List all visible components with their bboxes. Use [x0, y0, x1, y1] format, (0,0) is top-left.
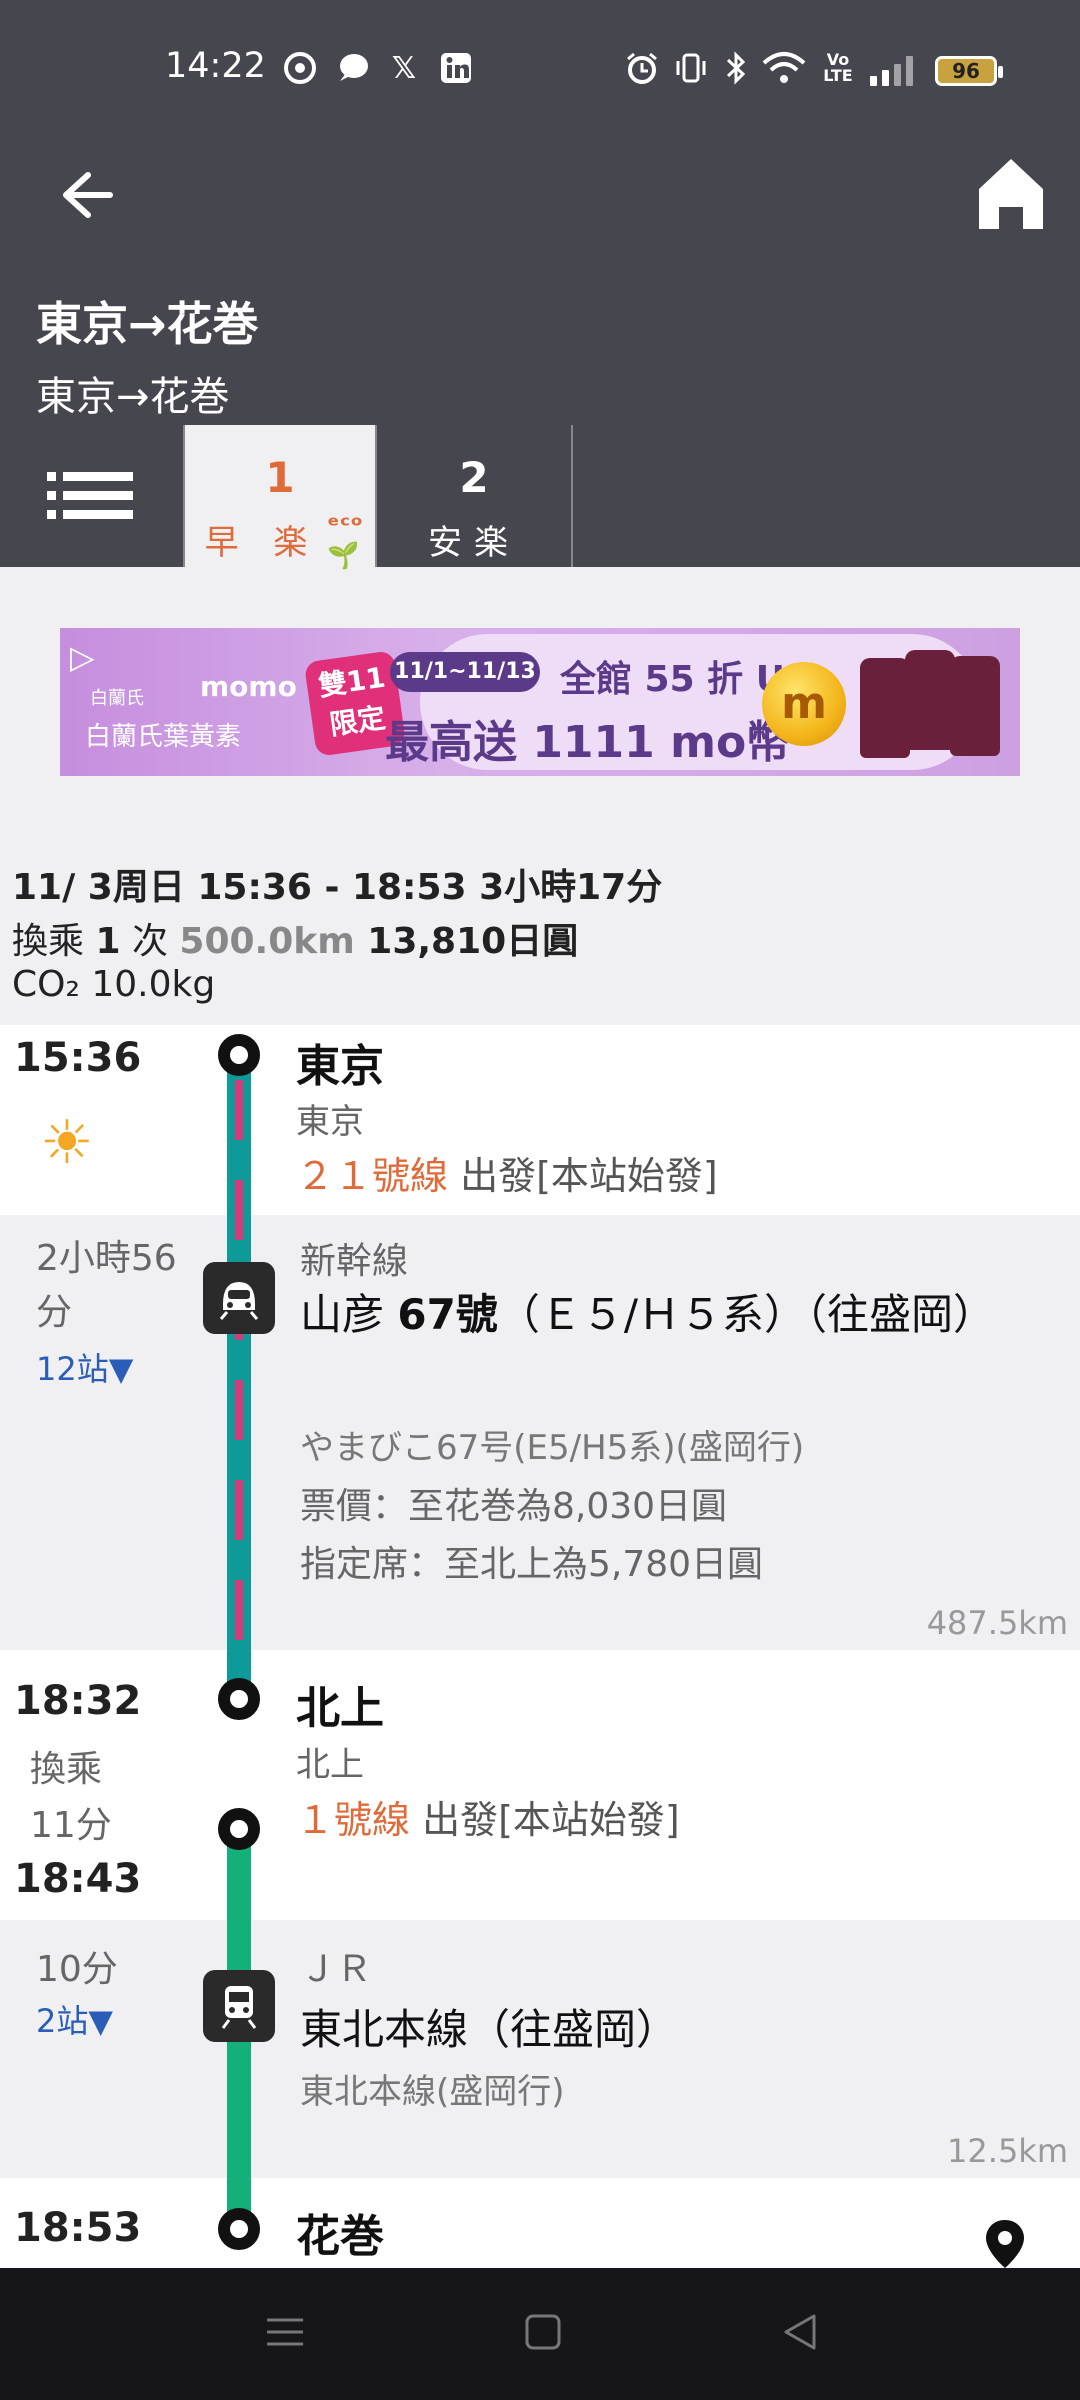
departure-station-sub: 東京 [296, 1102, 364, 1142]
train-category: 新幹線 [300, 1241, 409, 1282]
vibrate-icon [673, 50, 709, 86]
chat-bubble-icon [334, 50, 370, 86]
leg-duration: 2小時56分 [36, 1238, 177, 1333]
arrival-row [0, 2178, 1080, 2268]
arrival-time: 18:53 [14, 2205, 142, 2251]
train-category: ＪＲ [300, 1949, 373, 1990]
map-pin-icon[interactable] [983, 2218, 1027, 2270]
departure-platform: ２１號線 出發[本站始發] [296, 1154, 718, 1198]
transfer-label: 換乘 [30, 1749, 103, 1790]
transfer-platform: １號線 出發[本站始發] [296, 1798, 680, 1842]
departure-time: 15:36 [14, 1035, 142, 1081]
tab-label: 安楽 [428, 523, 520, 563]
alarm-icon [624, 50, 660, 86]
fare-info: 票價：至花巻為8,030日圓 [300, 1486, 728, 1527]
station-node [218, 1678, 260, 1720]
notification-app-icon [282, 50, 318, 86]
tab-number: 2 [459, 453, 489, 502]
volte-icon: Vo LTE [823, 50, 853, 85]
leg-distance: 12.5km [947, 2132, 1068, 2170]
train-name[interactable]: 山彦 67號（Ｅ５/Ｈ５系）（往盛岡） [300, 1286, 1040, 1344]
route-summary: 換乘 1 次 500.0km 13,810日圓 [12, 921, 579, 962]
status-time: 14:22 [165, 46, 266, 86]
ad-play-icon[interactable]: ▷ [70, 638, 110, 678]
list-icon [47, 472, 133, 519]
departure-time: 18:43 [14, 1856, 142, 1902]
ad-brand-name: 白蘭氏葉黃素 [85, 722, 242, 752]
sun-icon: ☀ [40, 1108, 94, 1178]
page-subtitle: 東京→花巻 [36, 374, 230, 420]
tab-route-1[interactable]: 1 早 楽 ᵉᶜᵒ🌱 [183, 425, 377, 571]
battery-indicator: 96 [935, 56, 1003, 86]
eco-icon: ᵉᶜᵒ🌱 [327, 511, 363, 571]
reserved-seat-info: 指定席：至北上為5,780日圓 [300, 1544, 764, 1585]
ad-momo-logo: momo [200, 670, 297, 703]
back-button-icon[interactable] [780, 2312, 820, 2352]
home-icon[interactable] [975, 155, 1047, 233]
ad-product-image [950, 656, 1000, 756]
tab-number: 1 [265, 453, 295, 502]
home-button-icon[interactable] [523, 2312, 563, 2352]
ad-coin-icon: m [762, 662, 846, 746]
ad-date: 11/1~11/13 [390, 652, 540, 692]
wifi-icon [762, 50, 806, 86]
linkedin-icon [438, 50, 474, 86]
leg-duration: 10分 [36, 1949, 118, 1990]
route-tabs: 1 早 楽 ᵉᶜᵒ🌱 2 安楽 [0, 425, 1080, 571]
x-icon: 𝕏 [391, 50, 417, 86]
co2-emission: CO₂ 10.0kg [12, 964, 216, 1005]
departure-station[interactable]: 東京 [296, 1030, 384, 1094]
ad-banner[interactable]: ▷ 白蘭氏 白蘭氏葉黃素 momo 雙11 限定 11/1~11/13 全館 5… [60, 628, 1020, 776]
signal-icon [870, 52, 913, 86]
tab-route-2[interactable]: 2 安楽 [377, 425, 573, 567]
ad-brand-small: 白蘭氏 [90, 688, 144, 709]
train-icon [203, 1970, 275, 2042]
route-list-button[interactable] [0, 425, 180, 567]
train-name-jp: 東北本線(盛岡行) [300, 2072, 565, 2112]
page-title: 東京→花巻 [36, 297, 259, 351]
shinkansen-line-stripe [235, 1080, 243, 1670]
train-name-jp: やまびこ67号(E5/H5系)(盛岡行) [300, 1428, 805, 1468]
menu-icon[interactable] [265, 2312, 305, 2352]
ad-product-image [860, 658, 910, 758]
shinkansen-icon [203, 1262, 275, 1334]
station-node [218, 1034, 260, 1076]
station-node [218, 2208, 260, 2250]
train-name[interactable]: 東北本線（往盛岡） [300, 1996, 678, 2057]
arrival-station[interactable]: 花巻 [296, 2200, 384, 2264]
ad-product-image [905, 650, 955, 750]
app-header: 14:22 𝕏 Vo LTE 96 東京→花巻 東京→花巻 [0, 0, 1080, 425]
stops-toggle[interactable]: 2站▼ [36, 1996, 113, 2042]
transfer-station-sub: 北上 [296, 1745, 364, 1785]
leg-distance: 487.5km [926, 1604, 1068, 1642]
transfer-wait: 11分 [30, 1805, 112, 1846]
station-node [218, 1808, 260, 1850]
bluetooth-icon [718, 50, 754, 86]
transfer-station[interactable]: 北上 [296, 1672, 384, 1736]
stops-toggle[interactable]: 12站▼ [36, 1344, 133, 1390]
back-arrow-icon[interactable] [50, 165, 120, 225]
arrival-time: 18:32 [14, 1678, 142, 1724]
ad-promo-text: 最高送 1111 mo幣 [385, 717, 791, 768]
transfer-row [0, 1650, 1080, 1920]
route-datetime: 11/ 3周日 15:36 - 18:53 3小時17分 [12, 867, 663, 908]
system-navigation-bar [0, 2268, 1080, 2400]
